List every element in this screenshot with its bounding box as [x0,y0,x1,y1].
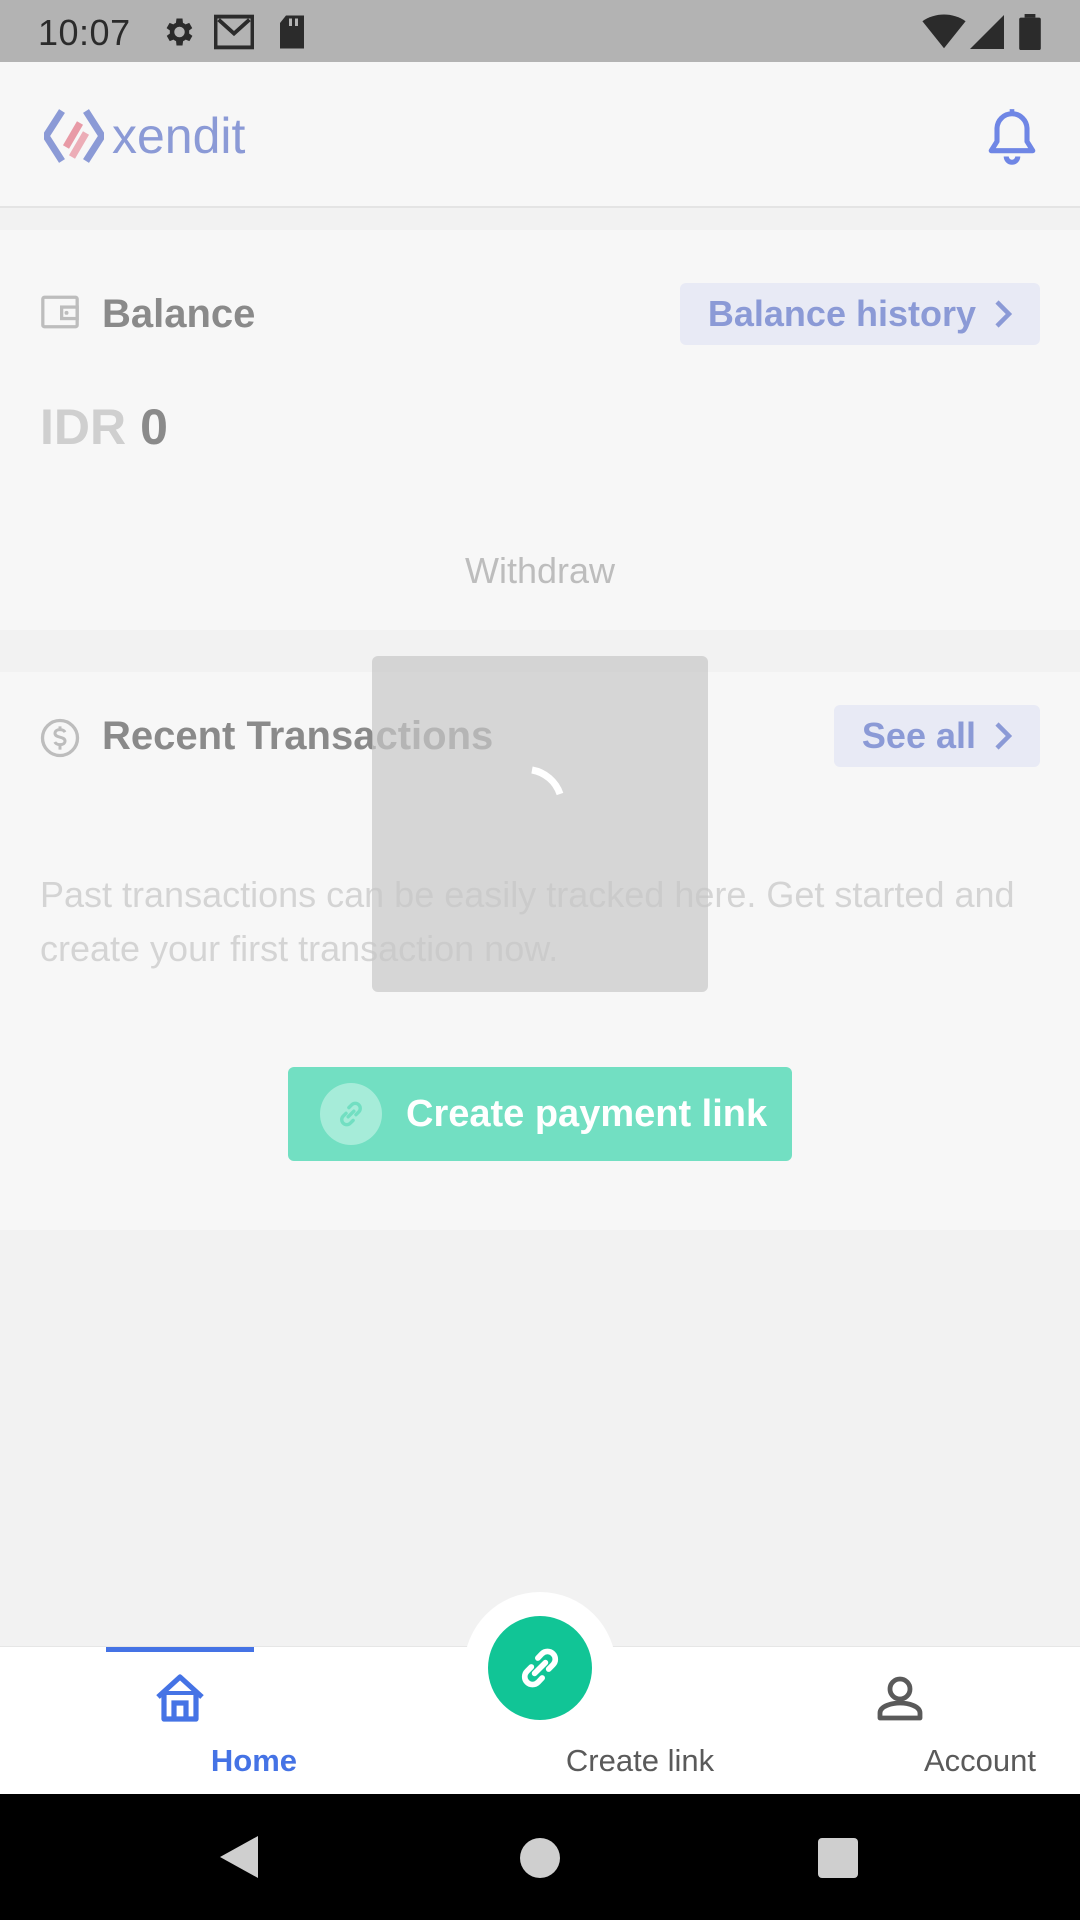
gear-icon [166,18,193,46]
recents-icon[interactable] [818,1838,858,1878]
logo-text: xendit [112,108,246,164]
gmail-icon [214,14,254,50]
nav-active-indicator [106,1647,254,1652]
balance-value: 0 [140,399,168,455]
loading-overlay [372,656,708,992]
balance-title: Balance [102,292,256,336]
balance-card: Balance Balance history IDR 0 Withdraw [0,230,1080,630]
link-icon-circle [320,1083,382,1145]
status-time: 10:07 [38,12,131,53]
status-bar: 10:07 [0,0,1080,62]
home-circle-icon[interactable] [520,1838,560,1878]
see-all-label: See all [861,715,976,756]
nav-create-link-label: Create link [565,1743,715,1778]
balance-amount: IDR 0 [40,398,168,456]
dollar-circle-icon [40,718,80,758]
chevron-right-icon [995,722,1012,750]
create-link-fab[interactable] [488,1616,592,1720]
balance-currency: IDR [40,399,127,455]
nav-account-label: Account [923,1743,1036,1778]
bell-icon[interactable] [984,108,1040,168]
create-link-fab-wrapper [464,1592,616,1744]
link-icon [521,1648,559,1688]
wifi-icon [922,14,966,49]
chevron-right-icon [995,300,1012,328]
person-icon [877,1676,923,1721]
nav-home-label: Home [210,1743,298,1778]
back-icon[interactable] [218,1834,260,1880]
wallet-icon [41,295,79,329]
create-payment-link-label: Create payment link [406,1092,768,1135]
xendit-logo: xendit [44,106,245,166]
see-all-button[interactable]: See all [833,705,1040,767]
nav-account[interactable]: Account [820,1647,1036,1795]
balance-history-button[interactable]: Balance history [679,283,1040,345]
withdraw-button[interactable]: Withdraw [0,550,1080,592]
xendit-logo-icon [44,109,104,163]
balance-history-label: Balance history [707,293,976,334]
app-bar: xendit [0,62,1080,208]
link-icon [340,1101,362,1127]
cell-signal-icon [970,15,1004,49]
loading-spinner-icon [531,766,564,796]
system-navigation-bar [0,1794,1080,1920]
create-payment-link-button[interactable]: Create payment link [288,1067,792,1161]
nav-home[interactable]: Home [104,1647,297,1795]
sd-card-icon [280,15,304,49]
battery-icon [1019,14,1041,50]
home-icon [156,1674,204,1722]
